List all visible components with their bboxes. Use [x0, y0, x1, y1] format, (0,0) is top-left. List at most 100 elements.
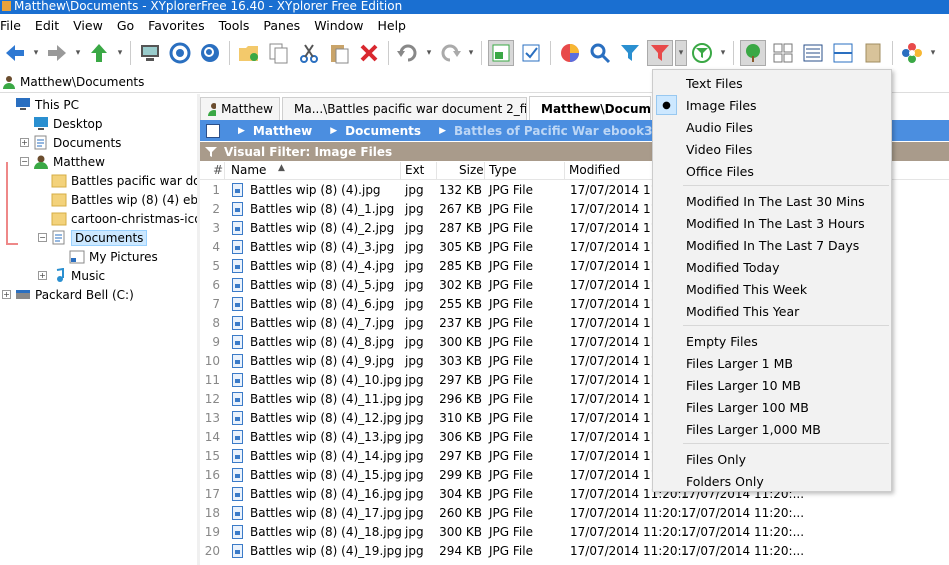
paste-icon[interactable]: [326, 40, 352, 66]
tree-item[interactable]: My Pictures: [56, 247, 158, 266]
menu-favorites[interactable]: Favorites: [142, 18, 212, 33]
redo-dropdown-icon[interactable]: ▾: [465, 40, 477, 66]
tree-item[interactable]: Desktop: [20, 114, 103, 133]
column-divider[interactable]: [484, 162, 485, 180]
column-name[interactable]: Name: [231, 163, 266, 177]
green-filter-dropdown-icon[interactable]: ▾: [717, 40, 729, 66]
column-ext[interactable]: Ext: [405, 163, 424, 177]
computer-icon[interactable]: [137, 40, 163, 66]
table-row[interactable]: 20 Battles wip (8) (4)_19.jpg jpg 294 KB JPG…: [200, 542, 949, 561]
more-dropdown-icon[interactable]: ▾: [927, 40, 939, 66]
color-filter-icon[interactable]: [557, 40, 583, 66]
menu-item[interactable]: Empty Files: [653, 330, 891, 352]
tree-item[interactable]: Battles wip (8) (4) ebook_files: [38, 190, 197, 209]
find-icon[interactable]: [197, 40, 223, 66]
menu-item[interactable]: Folders Only: [653, 470, 891, 492]
menu-item[interactable]: Text Files: [653, 72, 891, 94]
column-divider[interactable]: [400, 162, 401, 180]
tree-item[interactable]: cartoon-christmas-icons-vector: [38, 209, 197, 228]
new-folder-icon[interactable]: [236, 40, 262, 66]
menu-tools[interactable]: Tools: [213, 18, 258, 33]
column-type[interactable]: Type: [489, 163, 517, 177]
collapse-icon[interactable]: −: [38, 233, 47, 242]
menu-item[interactable]: Audio Files: [653, 116, 891, 138]
menu-item[interactable]: Files Larger 1,000 MB: [653, 418, 891, 440]
flower-icon[interactable]: [899, 40, 925, 66]
undo-icon[interactable]: [395, 40, 421, 66]
tree-item[interactable]: − Matthew: [20, 152, 105, 171]
tab-1[interactable]: Ma...\Battles pacific war document 2_fil…: [282, 97, 527, 120]
forward-dropdown-icon[interactable]: ▾: [72, 40, 84, 66]
breadcrumb-item[interactable]: Documents: [345, 124, 421, 138]
menu-item[interactable]: Modified In The Last 30 Mins: [653, 190, 891, 212]
back-dropdown-icon[interactable]: ▾: [30, 40, 42, 66]
menu-item[interactable]: Modified Today: [653, 256, 891, 278]
tree-item[interactable]: + Music: [38, 266, 105, 285]
column-divider[interactable]: [436, 162, 437, 180]
breadcrumb-item[interactable]: Matthew: [253, 124, 312, 138]
layout-icon[interactable]: [770, 40, 796, 66]
search-icon[interactable]: [587, 40, 613, 66]
menu-item[interactable]: Office Files: [653, 160, 891, 182]
column-divider[interactable]: [224, 162, 225, 180]
copy-files-icon[interactable]: [266, 40, 292, 66]
image-file-icon: [232, 525, 243, 539]
address-text[interactable]: Matthew\Documents: [20, 75, 144, 89]
menu-item[interactable]: Modified In The Last 7 Days: [653, 234, 891, 256]
preview-pane-icon[interactable]: [860, 40, 886, 66]
target-icon[interactable]: [167, 40, 193, 66]
menu-item[interactable]: Modified This Week: [653, 278, 891, 300]
back-icon[interactable]: [2, 40, 28, 66]
checkbox-icon[interactable]: [518, 40, 544, 66]
undo-dropdown-icon[interactable]: ▾: [423, 40, 435, 66]
menu-item[interactable]: Modified This Year: [653, 300, 891, 322]
menu-item[interactable]: Files Larger 1 MB: [653, 352, 891, 374]
menu-item[interactable]: Files Larger 100 MB: [653, 396, 891, 418]
tree-item[interactable]: + Packard Bell (C:): [2, 285, 134, 304]
menu-item[interactable]: Files Larger 10 MB: [653, 374, 891, 396]
visual-filter-icon[interactable]: [647, 40, 673, 66]
expand-icon[interactable]: +: [38, 271, 47, 280]
pane-icon[interactable]: [206, 123, 220, 138]
tree-item[interactable]: Battles pacific war document: [38, 171, 197, 190]
filter-icon[interactable]: [617, 40, 643, 66]
tree-item[interactable]: This PC: [2, 95, 79, 114]
menu-item[interactable]: ● Image Files: [653, 94, 891, 116]
tree-item[interactable]: + Documents: [20, 133, 121, 152]
forward-icon[interactable]: [44, 40, 70, 66]
collapse-icon[interactable]: −: [20, 157, 29, 166]
delete-icon[interactable]: [356, 40, 382, 66]
menu-help[interactable]: Help: [371, 18, 414, 33]
tab-0[interactable]: Matthew: [200, 97, 280, 120]
menu-file[interactable]: File: [0, 18, 29, 33]
up-dropdown-icon[interactable]: ▾: [114, 40, 126, 66]
menu-go[interactable]: Go: [111, 18, 142, 33]
menu-item[interactable]: Files Only: [653, 448, 891, 470]
menu-panes[interactable]: Panes: [257, 18, 308, 33]
menu-edit[interactable]: Edit: [29, 18, 67, 33]
table-row[interactable]: 18 Battles wip (8) (4)_17.jpg jpg 260 KB JPG…: [200, 504, 949, 523]
menu-window[interactable]: Window: [308, 18, 371, 33]
up-icon[interactable]: [86, 40, 112, 66]
column-size[interactable]: Size: [459, 163, 484, 177]
tree-icon[interactable]: [740, 40, 766, 66]
menu-view[interactable]: View: [67, 18, 111, 33]
redo-icon[interactable]: [437, 40, 463, 66]
column-modified[interactable]: Modified: [569, 163, 620, 177]
expand-icon[interactable]: +: [2, 290, 11, 299]
visual-filter-dropdown-icon[interactable]: ▾: [675, 40, 687, 66]
expand-icon[interactable]: +: [20, 138, 29, 147]
green-filter-icon[interactable]: [689, 40, 715, 66]
cut-icon[interactable]: [296, 40, 322, 66]
dual-pane-icon[interactable]: [488, 40, 514, 66]
details-view-icon[interactable]: [800, 40, 826, 66]
menu-item-label: Files Only: [686, 451, 747, 467]
column-divider[interactable]: [564, 162, 565, 180]
tab-2[interactable]: Matthew\Documents: [529, 96, 651, 120]
menu-item[interactable]: Modified In The Last 3 Hours: [653, 212, 891, 234]
horizontal-split-icon[interactable]: [830, 40, 856, 66]
tree-item[interactable]: − Documents: [38, 228, 148, 247]
column-num[interactable]: #: [213, 163, 223, 177]
table-row[interactable]: 19 Battles wip (8) (4)_18.jpg jpg 300 KB JPG…: [200, 523, 949, 542]
menu-item[interactable]: Video Files: [653, 138, 891, 160]
